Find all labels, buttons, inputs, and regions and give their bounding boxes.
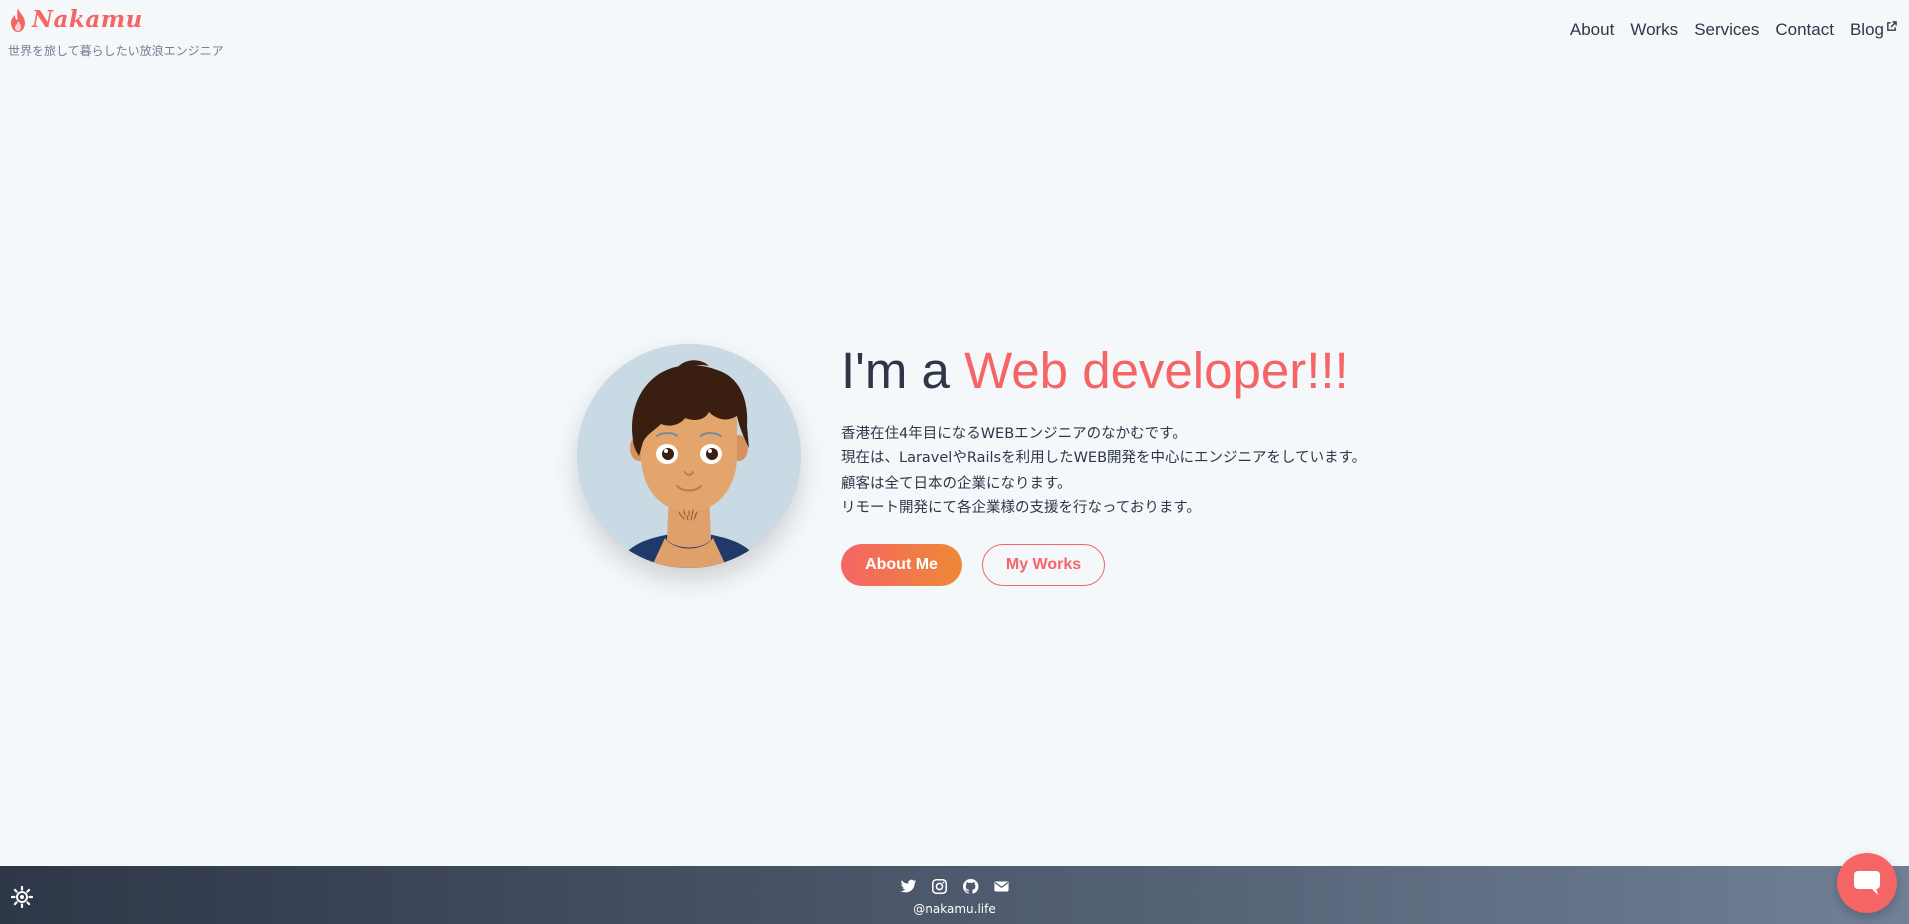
intro-line: 香港在住4年目になるWEBエンジニアのなかむです。 bbox=[841, 426, 1187, 443]
external-link-icon bbox=[1887, 21, 1897, 31]
chat-button[interactable] bbox=[1837, 853, 1897, 913]
nav-label: Services bbox=[1694, 20, 1760, 39]
intro-line: リモート開発にて各企業様の支援を行なっております。 bbox=[841, 500, 1201, 517]
twitter-link[interactable] bbox=[900, 878, 917, 895]
social-links bbox=[0, 878, 1909, 895]
nav-contact[interactable]: Contact bbox=[1775, 20, 1834, 40]
nav-label: Blog bbox=[1849, 20, 1884, 39]
github-link[interactable] bbox=[962, 878, 979, 895]
instagram-icon bbox=[931, 878, 947, 895]
email-link[interactable] bbox=[993, 878, 1010, 895]
nav-services[interactable]: Services bbox=[1694, 20, 1759, 40]
instagram-link[interactable] bbox=[931, 878, 948, 895]
twitter-icon bbox=[900, 879, 916, 893]
headline-accent: Web developer!!! bbox=[964, 342, 1349, 399]
hero-text: I'm a Web developer!!! 香港在住4年目になるWEBエンジニ… bbox=[841, 342, 1366, 587]
hero-section: I'm a Web developer!!! 香港在住4年目になるWEBエンジニ… bbox=[577, 342, 1366, 587]
chat-bubble-icon bbox=[1854, 871, 1880, 895]
logo-text: Nakamu bbox=[32, 6, 143, 33]
nav-about[interactable]: About bbox=[1570, 20, 1614, 40]
intro-line: 顧客は全て日本の企業になります。 bbox=[841, 476, 1072, 493]
site-header: Nakamu 世界を旅して暮らしたい放浪エンジニア About Works Se… bbox=[0, 0, 1909, 70]
site-logo[interactable]: Nakamu bbox=[8, 6, 143, 33]
intro-line: 現在は、LaravelやRailsを利用したWEB開発を中心にエンジニアをしてい… bbox=[841, 450, 1367, 467]
my-works-button[interactable]: My Works bbox=[982, 544, 1105, 587]
headline-prefix: I'm a bbox=[841, 342, 965, 399]
hero-intro: 香港在住4年目になるWEBエンジニアのなかむです。 現在は、LaravelやRa… bbox=[841, 422, 1366, 520]
site-footer: @nakamu.life bbox=[0, 866, 1909, 924]
avatar-illustration bbox=[577, 344, 801, 568]
main-nav: About Works Services Contact Blog bbox=[1570, 20, 1897, 40]
nav-label: About bbox=[1569, 20, 1615, 39]
avatar bbox=[577, 344, 801, 568]
hero-buttons: About Me My Works bbox=[841, 544, 1366, 587]
github-icon bbox=[962, 879, 978, 894]
nav-works[interactable]: Works bbox=[1630, 20, 1678, 40]
nav-label: Works bbox=[1630, 20, 1679, 39]
about-me-button[interactable]: About Me bbox=[841, 544, 962, 587]
social-handle: @nakamu.life bbox=[913, 902, 996, 916]
site-tagline: 世界を旅して暮らしたい放浪エンジニア bbox=[8, 44, 224, 58]
hero-headline: I'm a Web developer!!! bbox=[841, 338, 1366, 404]
email-icon bbox=[993, 881, 1009, 892]
flame-icon bbox=[11, 7, 25, 32]
nav-blog[interactable]: Blog bbox=[1850, 20, 1897, 40]
nav-label: Contact bbox=[1775, 20, 1834, 39]
